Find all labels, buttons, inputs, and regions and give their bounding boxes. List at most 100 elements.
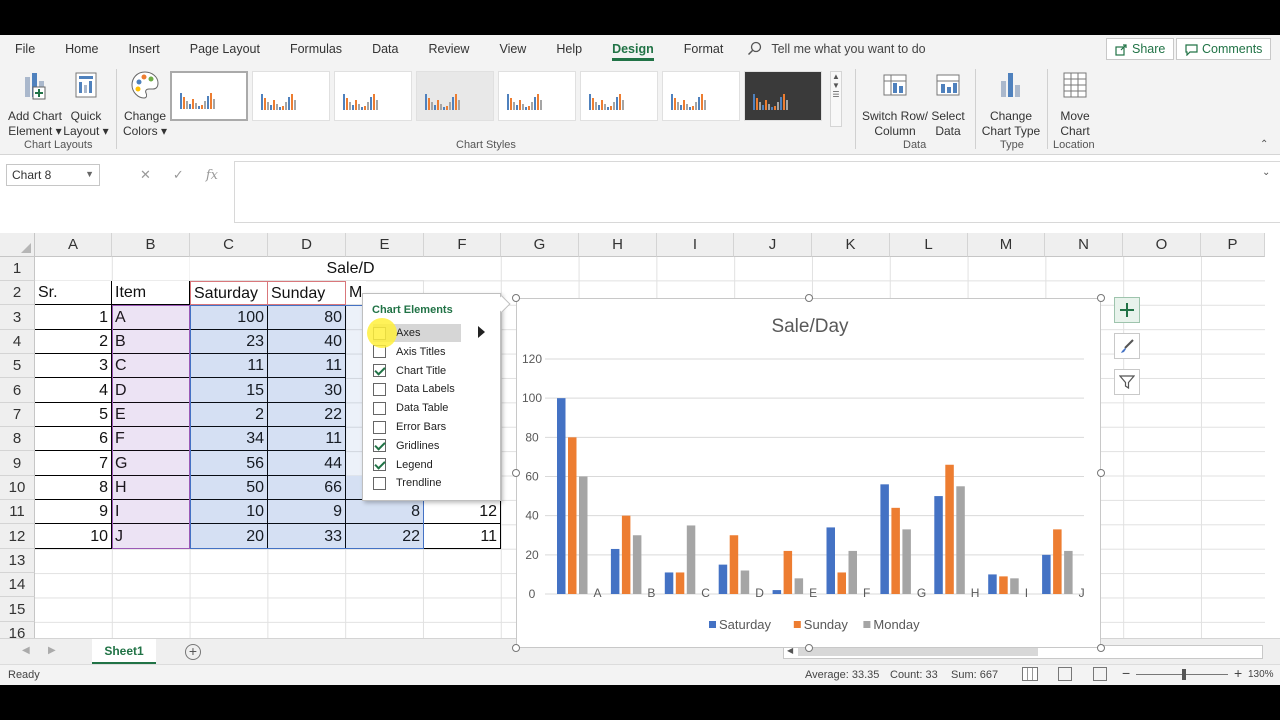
col-header-c[interactable]: C xyxy=(190,233,268,257)
chart-style-1[interactable] xyxy=(170,71,248,121)
sheet-tab-sheet1[interactable]: Sheet1 xyxy=(92,639,156,665)
check-icon[interactable]: ✓ xyxy=(173,167,184,183)
chart-resize-handle[interactable] xyxy=(1097,469,1105,477)
col-header-d[interactable]: D xyxy=(268,233,346,257)
expand-formula-icon[interactable]: ⌄ xyxy=(1262,167,1270,178)
zoom-slider-thumb[interactable] xyxy=(1182,669,1186,680)
row-header-5[interactable]: 5 xyxy=(0,354,35,378)
cell-saturday[interactable]: 50 xyxy=(190,476,268,500)
select-all-corner[interactable] xyxy=(0,233,35,257)
cell-f[interactable]: 11 xyxy=(424,524,501,549)
change-chart-type-button[interactable]: Change Chart Type xyxy=(980,69,1042,139)
cell-item[interactable]: G xyxy=(112,451,190,476)
fx-icon[interactable]: fx xyxy=(206,168,218,183)
chart-styles-button[interactable] xyxy=(1114,333,1140,359)
col-header-g[interactable]: G xyxy=(501,233,579,257)
row-header-6[interactable]: 6 xyxy=(0,378,35,403)
cell-item[interactable]: D xyxy=(112,378,190,403)
menu-page-layout[interactable]: Page Layout xyxy=(190,35,260,63)
chart-style-6[interactable] xyxy=(580,71,658,121)
menu-help[interactable]: Help xyxy=(556,35,582,63)
prev-sheet-icon[interactable]: ◀ xyxy=(22,645,30,656)
cell-sunday[interactable]: 11 xyxy=(268,354,346,378)
cell-sunday[interactable]: 22 xyxy=(268,403,346,427)
page-layout-view-icon[interactable] xyxy=(1058,667,1072,681)
cell-f[interactable]: 12 xyxy=(424,500,501,524)
cell-sr[interactable]: 2 xyxy=(35,330,112,354)
cell-sunday[interactable]: 80 xyxy=(268,305,346,330)
menu-formulas[interactable]: Formulas xyxy=(290,35,342,63)
cell-saturday[interactable]: 20 xyxy=(190,524,268,549)
scrollbar-thumb[interactable] xyxy=(798,648,1038,656)
styles-gallery-scroll[interactable]: ▲ ▼ ☰ xyxy=(830,71,842,127)
cell-item[interactable]: E xyxy=(112,403,190,427)
row-header-4[interactable]: 4 xyxy=(0,330,35,354)
row-header-2[interactable]: 2 xyxy=(0,281,35,305)
cell-sunday[interactable]: 44 xyxy=(268,451,346,476)
select-data-button[interactable]: Select Data xyxy=(928,69,968,139)
chart-filters-button[interactable] xyxy=(1114,369,1140,395)
page-break-view-icon[interactable] xyxy=(1093,667,1107,681)
row-header-16[interactable]: 16 xyxy=(0,622,35,638)
cell-item[interactable]: F xyxy=(112,427,190,451)
cell-sunday[interactable]: 66 xyxy=(268,476,346,500)
cell-sunday[interactable]: 11 xyxy=(268,427,346,451)
chevron-down-icon[interactable]: ▼ xyxy=(85,169,94,179)
col-header-h[interactable]: H xyxy=(579,233,657,257)
chart-style-8[interactable] xyxy=(744,71,822,121)
checkbox[interactable] xyxy=(373,439,386,453)
share-button[interactable]: Share xyxy=(1106,38,1175,60)
row-header-3[interactable]: 3 xyxy=(0,305,35,330)
chart-style-3[interactable] xyxy=(334,71,412,121)
col-header-a[interactable]: A xyxy=(35,233,112,257)
checkbox[interactable] xyxy=(373,382,386,396)
cell-saturday[interactable]: 15 xyxy=(190,378,268,403)
menu-view[interactable]: View xyxy=(499,35,526,63)
chart-element-option[interactable]: Data Labels xyxy=(373,380,498,398)
comments-button[interactable]: Comments xyxy=(1176,38,1272,60)
col-header-f[interactable]: F xyxy=(424,233,501,257)
chart-element-option[interactable]: Error Bars xyxy=(373,418,498,436)
cell-item[interactable]: J xyxy=(112,524,190,549)
cancel-icon[interactable]: ✕ xyxy=(140,167,151,183)
col-header-i[interactable]: I xyxy=(657,233,734,257)
row-header-14[interactable]: 14 xyxy=(0,573,35,597)
row-header-7[interactable]: 7 xyxy=(0,403,35,427)
axes-submenu-arrow-icon[interactable] xyxy=(478,326,485,338)
cell-monday[interactable]: 8 xyxy=(346,500,424,524)
menu-home[interactable]: Home xyxy=(65,35,98,63)
table-title-cell[interactable]: Sale/D xyxy=(190,257,424,281)
cell-saturday[interactable]: 2 xyxy=(190,403,268,427)
chart-element-option[interactable]: Chart Title xyxy=(373,362,498,380)
menu-format[interactable]: Format xyxy=(684,35,724,63)
menu-data[interactable]: Data xyxy=(372,35,398,63)
row-header-9[interactable]: 9 xyxy=(0,451,35,476)
chart-element-option[interactable]: Axis Titles xyxy=(373,343,498,361)
cell-item[interactable]: C xyxy=(112,354,190,378)
cell-sr[interactable]: 6 xyxy=(35,427,112,451)
add-chart-element-button[interactable]: Add Chart Element ▾ xyxy=(6,69,64,139)
cell-item[interactable]: I xyxy=(112,500,190,524)
header-sr[interactable]: Sr. xyxy=(35,281,112,305)
checkbox[interactable] xyxy=(373,476,386,490)
cell-saturday[interactable]: 23 xyxy=(190,330,268,354)
collapse-ribbon-icon[interactable]: ⌃ xyxy=(1260,139,1268,150)
cell-sunday[interactable]: 30 xyxy=(268,378,346,403)
menu-design[interactable]: Design xyxy=(612,35,654,63)
chart-element-option[interactable]: Gridlines xyxy=(373,437,498,455)
cell-item[interactable]: A xyxy=(112,305,190,330)
chart-element-option[interactable]: Data Table xyxy=(373,399,498,417)
checkbox[interactable] xyxy=(373,420,386,434)
change-colors-button[interactable]: Change Colors ▾ xyxy=(120,69,170,139)
row-header-11[interactable]: 11 xyxy=(0,500,35,524)
chart-resize-handle[interactable] xyxy=(512,294,520,302)
col-header-n[interactable]: N xyxy=(1045,233,1123,257)
header-saturday[interactable]: Saturday xyxy=(190,281,268,305)
chart-resize-handle[interactable] xyxy=(805,294,813,302)
chart-style-7[interactable] xyxy=(662,71,740,121)
cell-sr[interactable]: 9 xyxy=(35,500,112,524)
cell-sunday[interactable]: 40 xyxy=(268,330,346,354)
zoom-level[interactable]: 130% xyxy=(1248,669,1274,680)
cell-sunday[interactable]: 9 xyxy=(268,500,346,524)
col-header-b[interactable]: B xyxy=(112,233,190,257)
